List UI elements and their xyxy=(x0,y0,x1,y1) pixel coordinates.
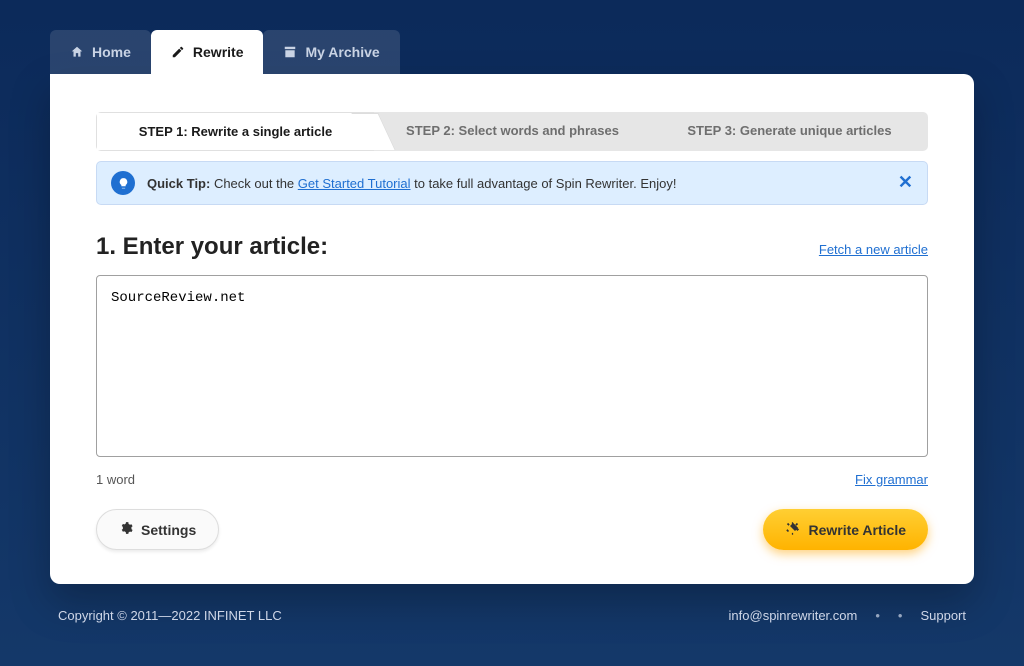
settings-button[interactable]: Settings xyxy=(96,509,219,550)
tab-rewrite[interactable]: Rewrite xyxy=(151,30,264,74)
rewrite-article-button[interactable]: Rewrite Article xyxy=(763,509,928,550)
tab-archive-label: My Archive xyxy=(305,44,379,60)
main-tabs: Home Rewrite My Archive xyxy=(50,30,974,74)
main-card: STEP 1: Rewrite a single article STEP 2:… xyxy=(50,74,974,584)
step-3[interactable]: STEP 3: Generate unique articles xyxy=(651,112,928,151)
footer-support[interactable]: Support xyxy=(920,608,966,623)
word-count: 1 word xyxy=(96,472,135,487)
tutorial-link[interactable]: Get Started Tutorial xyxy=(298,176,411,191)
step-nav: STEP 1: Rewrite a single article STEP 2:… xyxy=(96,112,928,151)
section-heading: 1. Enter your article: xyxy=(96,233,328,261)
footer-email[interactable]: info@spinrewriter.com xyxy=(729,608,858,623)
fetch-article-link[interactable]: Fetch a new article xyxy=(819,242,928,257)
copyright: Copyright © 2011—2022 INFINET LLC xyxy=(58,608,282,623)
fix-grammar-link[interactable]: Fix grammar xyxy=(855,472,928,487)
quick-tip-banner: Quick Tip: Check out the Get Started Tut… xyxy=(96,161,928,205)
tab-home-label: Home xyxy=(92,44,131,60)
step-1[interactable]: STEP 1: Rewrite a single article xyxy=(96,112,374,151)
tab-home[interactable]: Home xyxy=(50,30,151,74)
gear-icon xyxy=(119,521,133,538)
home-icon xyxy=(70,45,84,59)
close-icon[interactable]: ✕ xyxy=(898,172,913,193)
tab-rewrite-label: Rewrite xyxy=(193,44,244,60)
article-input[interactable] xyxy=(96,275,928,457)
pencil-icon xyxy=(171,45,185,59)
lightbulb-icon xyxy=(111,171,135,195)
step-2[interactable]: STEP 2: Select words and phrases xyxy=(374,112,651,151)
tip-text: Quick Tip: Check out the Get Started Tut… xyxy=(147,176,676,191)
tab-archive[interactable]: My Archive xyxy=(263,30,399,74)
wand-icon xyxy=(785,521,800,539)
archive-icon xyxy=(283,45,297,59)
footer: Copyright © 2011—2022 INFINET LLC info@s… xyxy=(0,584,1024,623)
